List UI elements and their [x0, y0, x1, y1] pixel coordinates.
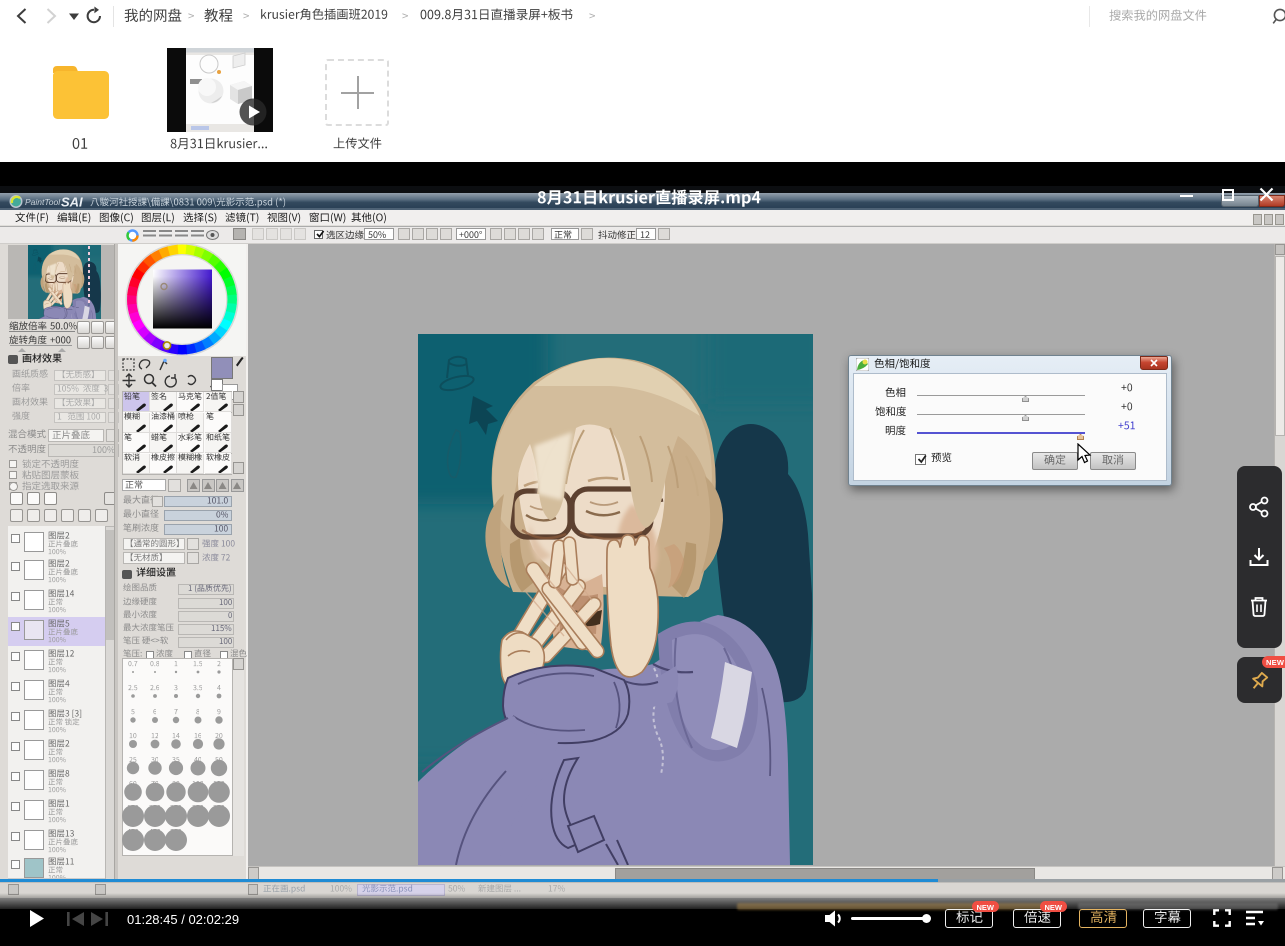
svg-text:SAI: SAI — [61, 195, 83, 210]
svg-text:PaintTool: PaintTool — [25, 197, 61, 207]
